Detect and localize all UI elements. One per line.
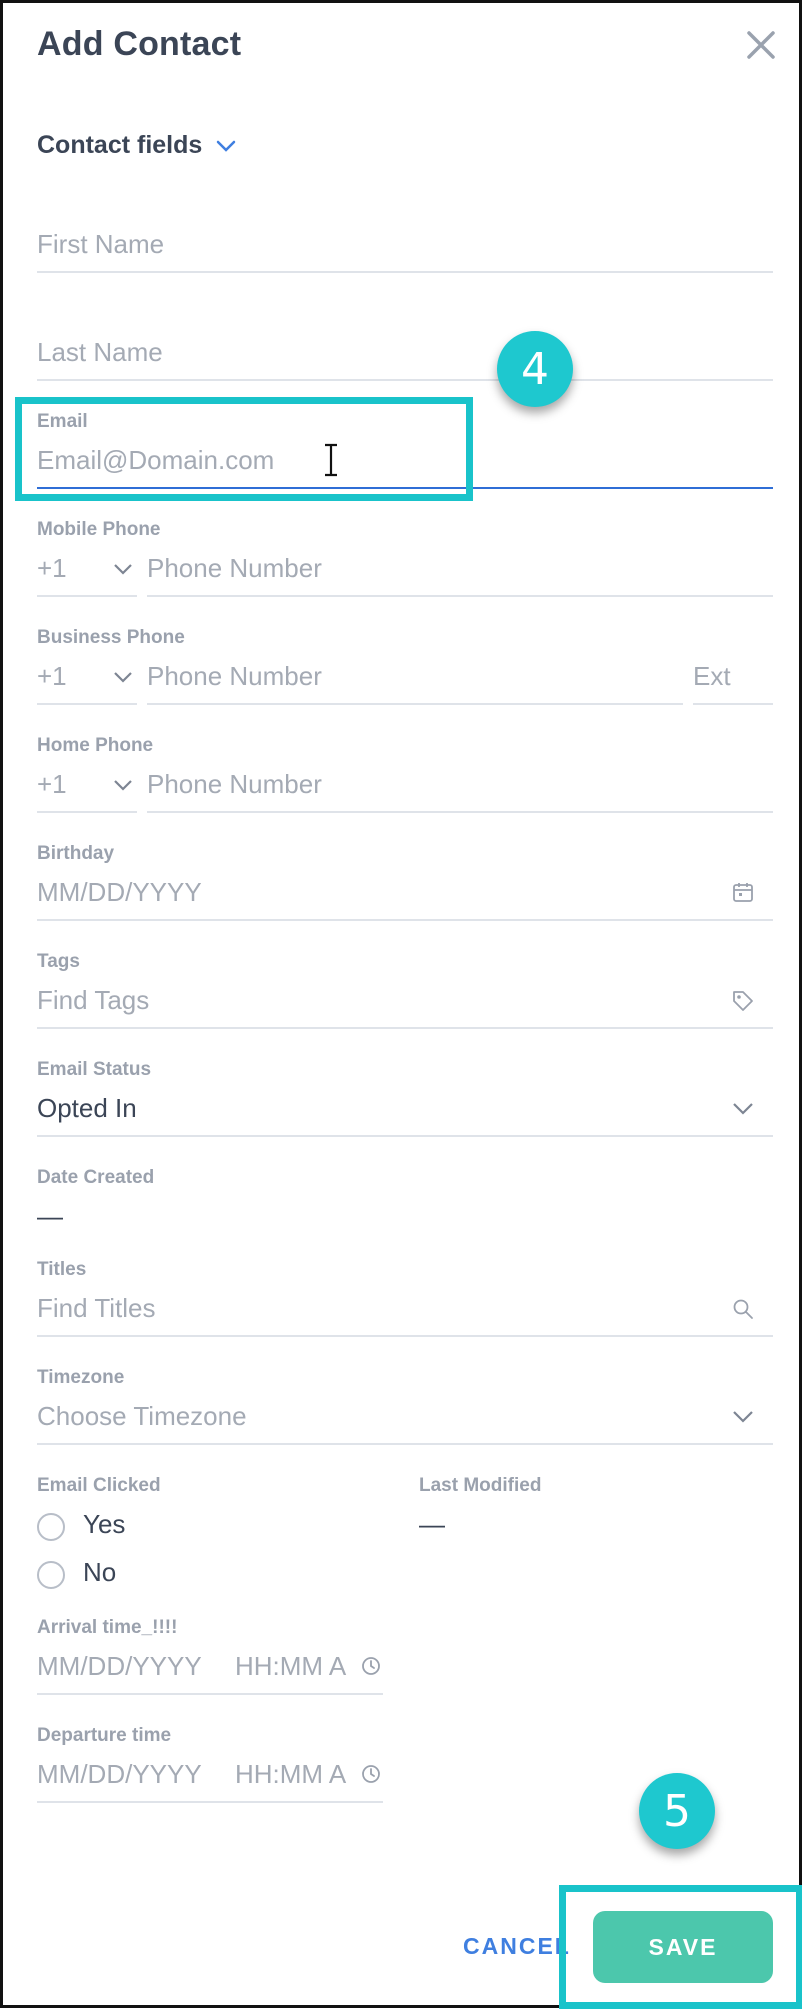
close-icon bbox=[747, 31, 775, 59]
first-name-underline bbox=[37, 271, 773, 273]
chevron-down-icon bbox=[114, 672, 132, 683]
chevron-down-icon bbox=[217, 140, 236, 152]
business-country-code-select[interactable]: +1 bbox=[37, 661, 67, 692]
tags-underline bbox=[37, 1027, 773, 1029]
mobile-phone-label: Mobile Phone bbox=[37, 519, 161, 540]
email-clicked-no-label: No bbox=[83, 1557, 117, 1587]
birthday-label: Birthday bbox=[37, 843, 115, 864]
arrival-time-label: Arrival time_!!!! bbox=[37, 1617, 178, 1638]
email-status-underline bbox=[37, 1135, 773, 1137]
email-status-label: Email Status bbox=[37, 1059, 152, 1080]
email-clicked-yes-radio[interactable] bbox=[37, 1513, 65, 1541]
email-status-select[interactable]: Opted In bbox=[37, 1093, 137, 1124]
email-clicked-label: Email Clicked bbox=[37, 1475, 161, 1496]
departure-time-label: Departure time bbox=[37, 1725, 172, 1746]
contact-fields-toggle[interactable]: Contact fields bbox=[37, 131, 236, 160]
titles-input[interactable]: Find Titles bbox=[37, 1293, 156, 1324]
chevron-down-icon bbox=[114, 780, 132, 791]
section-label: Contact fields bbox=[37, 131, 203, 159]
close-button[interactable] bbox=[743, 27, 779, 63]
mobile-country-code-select[interactable]: +1 bbox=[37, 553, 67, 584]
timezone-label: Timezone bbox=[37, 1367, 125, 1388]
tags-input[interactable]: Find Tags bbox=[37, 985, 149, 1016]
tag-icon bbox=[733, 991, 753, 1011]
business-ext-underline bbox=[693, 703, 773, 705]
clock-icon bbox=[362, 1657, 380, 1675]
step-4-callout: 4 bbox=[497, 331, 573, 407]
timezone-select[interactable]: Choose Timezone bbox=[37, 1401, 247, 1432]
business-code-underline bbox=[37, 703, 137, 705]
business-phone-input[interactable]: Phone Number bbox=[147, 661, 322, 692]
titles-label: Titles bbox=[37, 1259, 87, 1280]
business-phone-label: Business Phone bbox=[37, 627, 185, 648]
calendar-icon[interactable] bbox=[732, 881, 754, 903]
departure-time-input[interactable]: HH:MM A bbox=[235, 1759, 346, 1790]
last-name-input[interactable]: Last Name bbox=[37, 337, 163, 368]
first-name-input[interactable]: First Name bbox=[37, 229, 164, 260]
dialog-title: Add Contact bbox=[37, 25, 242, 63]
add-contact-dialog: Add Contact Contact fields First Name La… bbox=[0, 0, 802, 2009]
date-created-value: — bbox=[37, 1201, 63, 1231]
chevron-down-icon bbox=[114, 564, 132, 575]
mobile-phone-input[interactable]: Phone Number bbox=[147, 553, 322, 584]
birthday-input[interactable]: MM/DD/YYYY bbox=[37, 877, 202, 908]
arrival-time-underline bbox=[37, 1693, 383, 1695]
chevron-down-icon[interactable] bbox=[732, 1410, 754, 1424]
business-ext-input[interactable]: Ext bbox=[693, 661, 731, 692]
departure-date-input[interactable]: MM/DD/YYYY bbox=[37, 1759, 202, 1790]
step-5-callout: 5 bbox=[639, 1773, 715, 1849]
mobile-code-underline bbox=[37, 595, 137, 597]
chevron-down-icon[interactable] bbox=[732, 1102, 754, 1116]
clock-icon bbox=[362, 1765, 380, 1783]
departure-time-underline bbox=[37, 1801, 383, 1803]
home-code-underline bbox=[37, 811, 137, 813]
search-icon bbox=[733, 1299, 753, 1319]
titles-underline bbox=[37, 1335, 773, 1337]
last-modified-label: Last Modified bbox=[419, 1475, 542, 1496]
home-phone-input[interactable]: Phone Number bbox=[147, 769, 322, 800]
email-clicked-yes-label: Yes bbox=[83, 1509, 126, 1539]
date-created-label: Date Created bbox=[37, 1167, 155, 1188]
home-phone-underline bbox=[147, 811, 773, 813]
tags-label: Tags bbox=[37, 951, 80, 972]
business-phone-underline bbox=[147, 703, 683, 705]
timezone-underline bbox=[37, 1443, 773, 1445]
mobile-phone-underline bbox=[147, 595, 773, 597]
birthday-underline bbox=[37, 919, 773, 921]
cancel-button[interactable]: CANCEL bbox=[463, 1933, 571, 1960]
arrival-date-input[interactable]: MM/DD/YYYY bbox=[37, 1651, 202, 1682]
email-clicked-no-radio[interactable] bbox=[37, 1561, 65, 1589]
home-phone-label: Home Phone bbox=[37, 735, 154, 756]
last-modified-value: — bbox=[419, 1509, 445, 1539]
email-highlight-box bbox=[15, 397, 473, 501]
save-highlight-box bbox=[559, 1885, 802, 2009]
home-country-code-select[interactable]: +1 bbox=[37, 769, 67, 800]
last-name-underline bbox=[37, 379, 773, 381]
arrival-time-input[interactable]: HH:MM A bbox=[235, 1651, 346, 1682]
